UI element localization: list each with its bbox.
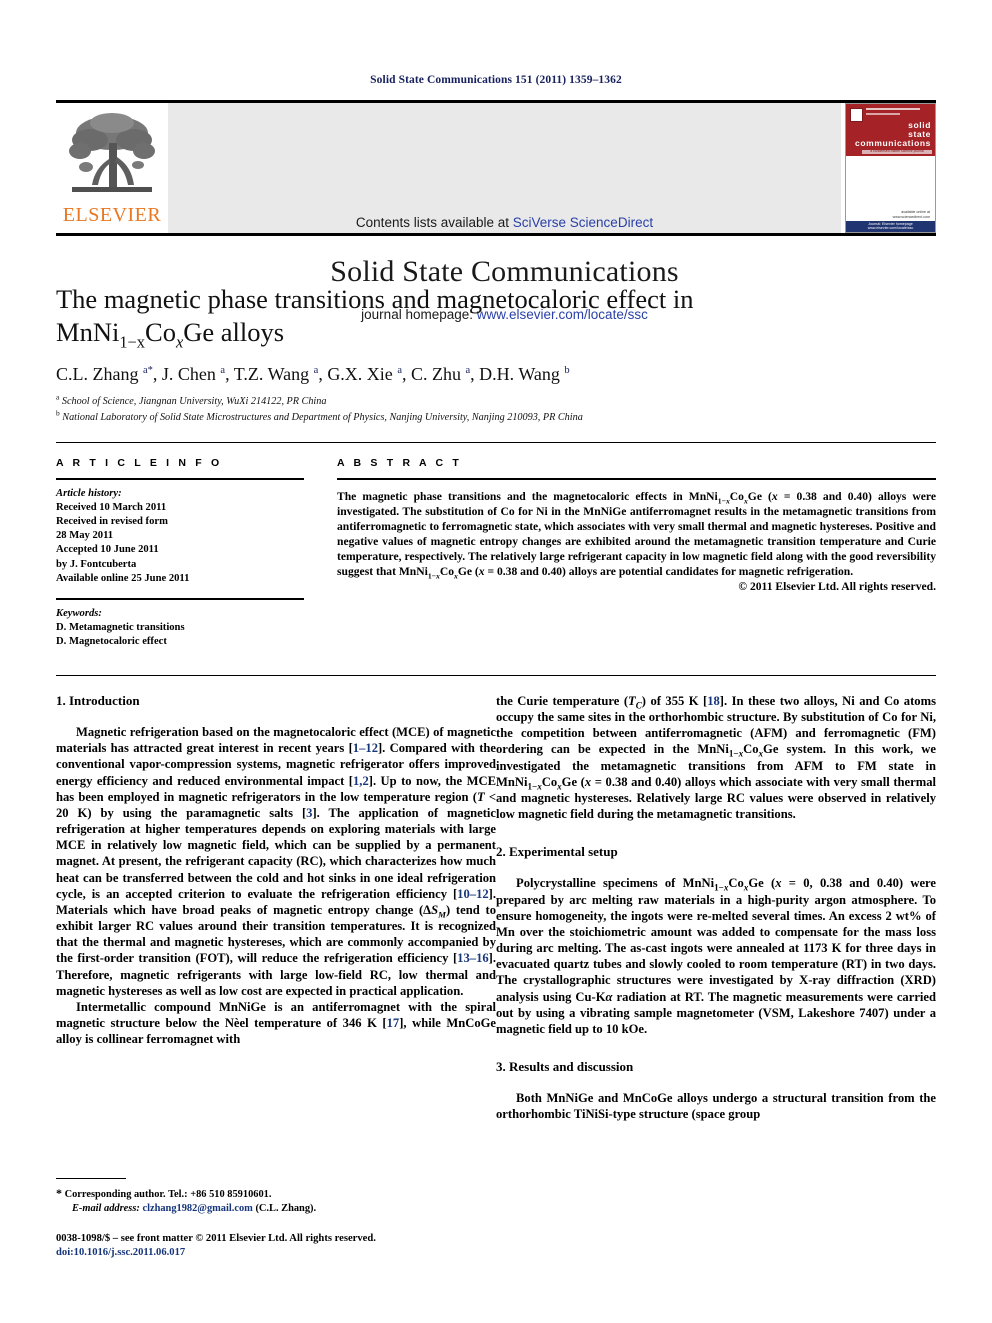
abstract-text: The magnetic phase transitions and the m… bbox=[337, 489, 936, 581]
author-affil-marker: a bbox=[313, 365, 319, 376]
running-head: Solid State Communications 151 (2011) 13… bbox=[370, 74, 622, 86]
article-history-item: Received 10 March 2011 bbox=[56, 501, 167, 513]
affiliation-b-text: National Laboratory of Solid State Micro… bbox=[62, 412, 583, 423]
article-history-item: Received in revised form bbox=[56, 516, 168, 527]
cover-elsevier-mark-icon bbox=[850, 108, 863, 122]
elsevier-wordmark: ELSEVIER bbox=[62, 204, 162, 226]
footnote-email-label: E-mail address: bbox=[72, 1203, 140, 1215]
keyword-item: D. Metamagnetic transitions bbox=[56, 621, 185, 633]
abstract-rule bbox=[337, 478, 936, 480]
cover-journal-name: solid state communications bbox=[846, 121, 935, 148]
page-title: The magnetic phase transitions and magne… bbox=[56, 283, 936, 350]
contents-available-line: Contents lists available at SciVerse Sci… bbox=[168, 215, 841, 230]
body-column-right: the Curie temperature (TC) of 355 K [18]… bbox=[496, 693, 936, 1122]
abstract-panel: A B S T R A C T The magnetic phase trans… bbox=[337, 457, 936, 593]
footnote-corresponding-text: Corresponding author. Tel.: +86 510 8591… bbox=[64, 1189, 272, 1201]
affiliation-a-marker: a bbox=[56, 392, 60, 402]
citation-link[interactable]: 1–12 bbox=[353, 741, 378, 755]
affiliation-b-marker: b bbox=[56, 408, 60, 418]
article-info-panel: A R T I C L E I N F O Article history: R… bbox=[56, 457, 304, 649]
citation-link[interactable]: 1,2 bbox=[353, 774, 369, 788]
article-page: Solid State Communications 151 (2011) 13… bbox=[0, 0, 992, 1323]
header-divider-rule bbox=[56, 442, 936, 443]
article-history-item: Available online 25 June 2011 bbox=[56, 572, 190, 584]
author-affil-marker: b bbox=[564, 365, 570, 376]
footnote-line-corresponding: * Corresponding author. Tel.: +86 510 85… bbox=[56, 1186, 496, 1202]
footnote-email-suffix: (C.L. Zhang). bbox=[255, 1203, 317, 1215]
keyword-item: D. Magnetocaloric effect bbox=[56, 636, 167, 648]
citation-link[interactable]: 3 bbox=[306, 806, 312, 820]
masthead-bottom-rule bbox=[56, 233, 936, 236]
article-history-item: by J. Fontcuberta bbox=[56, 558, 137, 570]
abstract-heading: A B S T R A C T bbox=[337, 457, 462, 469]
article-info-heading: A R T I C L E I N F O bbox=[56, 457, 223, 469]
author-affil-marker: a bbox=[397, 365, 402, 376]
title-formula: MnNi1−xCoxGe alloys bbox=[56, 317, 285, 350]
journal-cover-thumbnail: solid state communications a condensed m… bbox=[845, 103, 936, 233]
paragraph: Magnetic refrigeration based on the magn… bbox=[56, 725, 496, 998]
author-list: C.L. Zhang a*, J. Chen a, T.Z. Wang a, G… bbox=[56, 364, 570, 384]
title-formula-prefix: MnNi bbox=[56, 317, 120, 347]
section-heading-introduction: 1. Introduction bbox=[56, 693, 140, 708]
citation-link[interactable]: 18 bbox=[707, 694, 720, 708]
cover-masthead-rule-2 bbox=[866, 113, 900, 115]
citation-link[interactable]: 17 bbox=[387, 1016, 400, 1030]
article-history-label: Article history: bbox=[56, 487, 122, 499]
sciencedirect-link[interactable]: SciVerse ScienceDirect bbox=[513, 215, 653, 230]
footnote-line-email: E-mail address: clzhang1982@gmail.com (C… bbox=[56, 1202, 496, 1216]
article-history: Article history: Received 10 March 2011 … bbox=[56, 487, 304, 586]
cover-tagline: a condensed matter science journal bbox=[870, 149, 924, 153]
title-sub-1: 1−x bbox=[119, 332, 146, 352]
cover-bottom-text: Journal: Elsevier homepage www.elsevier.… bbox=[867, 222, 914, 230]
title-formula-suffix: Ge alloys bbox=[183, 317, 285, 347]
section-heading-experimental: 2. Experimental setup bbox=[496, 844, 618, 860]
title-line-1: The magnetic phase transitions and magne… bbox=[56, 284, 694, 314]
masthead-background bbox=[168, 103, 841, 233]
cover-footer: available online at www.sciencedirect.co… bbox=[846, 210, 935, 220]
abstract-copyright: © 2011 Elsevier Ltd. All rights reserved… bbox=[738, 580, 936, 594]
section-heading-results: 3. Results and discussion bbox=[496, 1058, 634, 1074]
paragraph: Both MnNiGe and MnCoGe alloys undergo a … bbox=[496, 1091, 936, 1122]
footnote-star-marker: * bbox=[56, 1186, 62, 1201]
title-formula-mid: Co bbox=[145, 317, 176, 347]
keywords-block: Keywords: D. Metamagnetic transitions D.… bbox=[56, 607, 304, 650]
keywords-label: Keywords: bbox=[56, 607, 102, 619]
citation-link[interactable]: 10–12 bbox=[457, 887, 488, 901]
cover-masthead-rule-1 bbox=[866, 108, 920, 110]
paragraph: Polycrystalline specimens of MnNi1−xCoxG… bbox=[496, 876, 937, 1036]
article-info-rule bbox=[56, 478, 304, 480]
title-block: The magnetic phase transitions and magne… bbox=[56, 283, 936, 425]
corresponding-marker: * bbox=[147, 365, 153, 376]
paragraph: the Curie temperature (TC) of 355 K [18]… bbox=[496, 694, 936, 822]
author-affil-marker: a bbox=[220, 365, 226, 376]
contents-prefix: Contents lists available at bbox=[355, 215, 513, 230]
citation-link[interactable]: 13–16 bbox=[457, 951, 488, 965]
paragraph: Intermetallic compound MnNiGe is an anti… bbox=[56, 999, 497, 1047]
affiliation-a-text: School of Science, Jiangnan University, … bbox=[61, 396, 327, 407]
cover-body bbox=[846, 156, 935, 214]
abstract-divider-rule bbox=[56, 675, 936, 676]
footnote-email-link[interactable]: clzhang1982@gmail.com bbox=[142, 1203, 252, 1214]
keywords-rule bbox=[56, 598, 304, 600]
article-history-item: Accepted 10 June 2011 bbox=[56, 544, 159, 556]
affiliation-a: a School of Science, Jiangnan University… bbox=[56, 392, 936, 409]
footnote-rule bbox=[56, 1178, 126, 1180]
body-column-left: 1. Introduction Magnetic refrigeration b… bbox=[56, 693, 496, 1047]
journal-masthead: ELSEVIER Contents lists available at Sci… bbox=[56, 100, 936, 322]
elsevier-tree-icon bbox=[69, 113, 155, 192]
doi-link[interactable]: doi:10.1016/j.ssc.2011.06.017 bbox=[56, 1246, 556, 1260]
cover-footer-line2: www.sciencedirect.com bbox=[892, 215, 930, 219]
corresponding-author-footnote: * Corresponding author. Tel.: +86 510 85… bbox=[56, 1178, 496, 1216]
colophon-frontmatter: 0038-1098/$ – see front matter © 2011 El… bbox=[56, 1233, 376, 1244]
affiliation-b: b National Laboratory of Solid State Mic… bbox=[56, 408, 936, 425]
colophon: 0038-1098/$ – see front matter © 2011 El… bbox=[56, 1232, 556, 1260]
author-affil-marker: a bbox=[465, 365, 471, 376]
article-history-item: 28 May 2011 bbox=[56, 530, 114, 542]
cover-name-line3: communications bbox=[855, 138, 931, 148]
elsevier-logo: ELSEVIER bbox=[60, 105, 164, 233]
